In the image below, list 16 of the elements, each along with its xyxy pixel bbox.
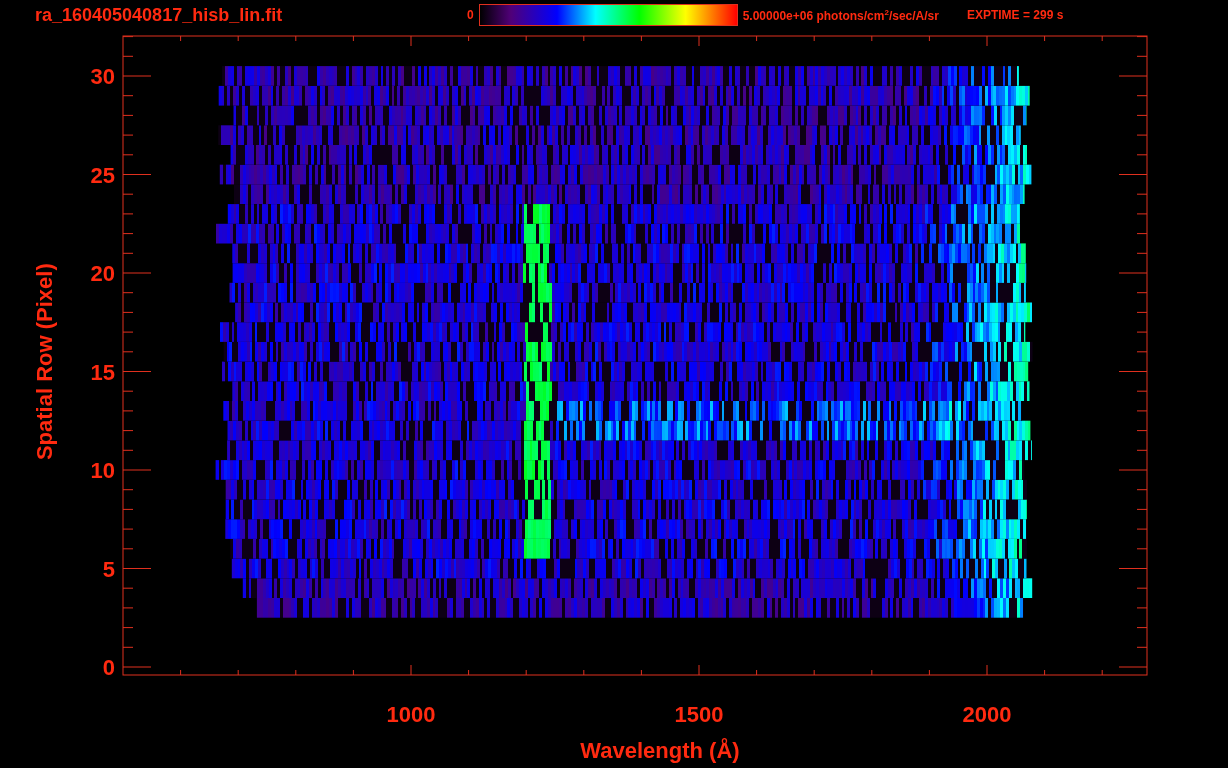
y-tick-label: 20 [90,261,115,286]
x-tick-label: 1000 [386,702,436,727]
y-tick-label: 0 [102,655,115,680]
y-tick-label: 5 [102,556,115,582]
x-tick-label: 2000 [962,702,1012,727]
y-axis-label: Spatial Row (Pixel) [32,263,57,461]
y-tick-label: 25 [90,162,115,188]
y-tick-label: 30 [90,64,115,89]
y-tick-label: 15 [90,359,115,385]
colorbar-max-label: 5.00000e+06 photons/cm$^{2}$/sec/A/sr [742,7,939,23]
y-tick-label: 10 [90,458,115,483]
exposure-time: EXPTIME = 299 s [966,8,1064,22]
x-axis-label: Wavelength (Å) [580,738,740,763]
colorbar-min-label: 0 [467,8,474,22]
x-tick-label: 1500 [674,702,724,727]
plot-title: ra_160405040817_hisb_lin.fit [35,4,284,26]
